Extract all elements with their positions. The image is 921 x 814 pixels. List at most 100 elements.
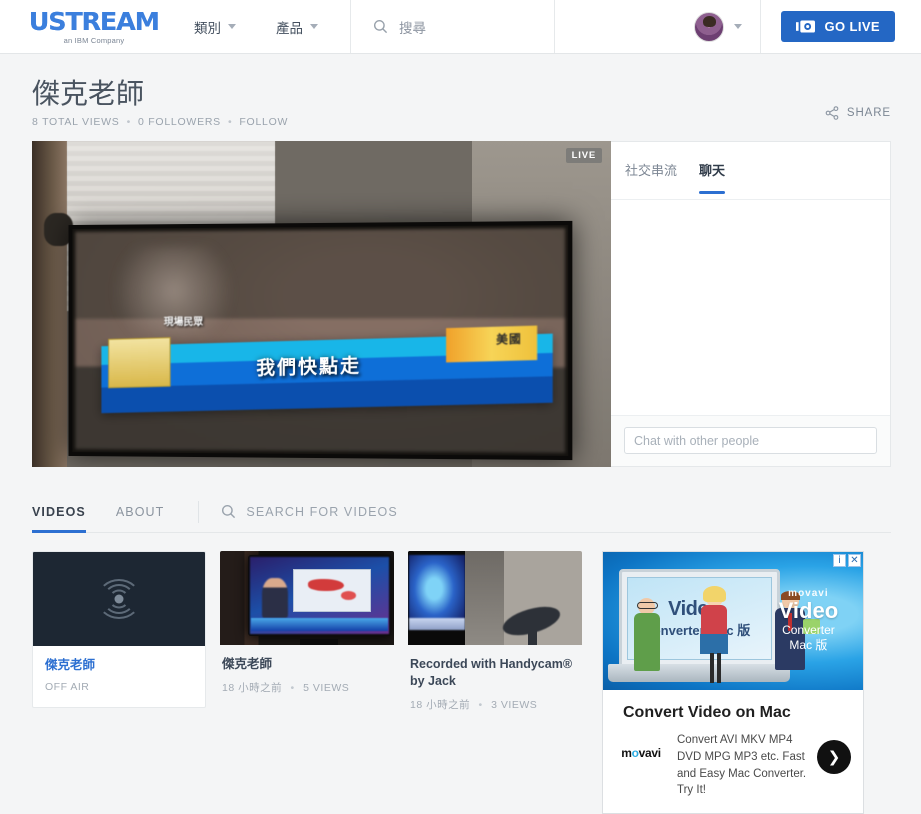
follow-button[interactable]: FOLLOW <box>239 116 288 128</box>
tab-chat[interactable]: 聊天 <box>699 160 726 195</box>
chat-footer <box>611 415 890 467</box>
tv-corner-tag-bg <box>445 324 538 362</box>
tab-divider <box>198 500 200 523</box>
site-header: USTREAM an IBM Company 類別 產品 搜尋 GO LIVE <box>0 0 921 54</box>
thumb-tv-stand <box>300 638 339 646</box>
thumb-tv-frame <box>247 554 391 636</box>
page-title: 傑克老師 <box>32 78 145 109</box>
thumb-wall <box>465 551 504 646</box>
share-label: SHARE <box>846 107 891 120</box>
chat-messages <box>611 200 890 416</box>
meta-separator: • <box>478 698 483 711</box>
chevron-down-icon <box>310 24 318 29</box>
chat-input[interactable] <box>624 427 877 455</box>
logo-wordmark: USTREAM <box>28 6 160 36</box>
followers-count: 0 FOLLOWERS <box>138 116 221 129</box>
card-time: 18 小時之前 <box>410 698 471 711</box>
card-time: 18 小時之前 <box>222 682 283 695</box>
thumb-speaker-stand <box>528 630 537 646</box>
search-placeholder: 搜尋 <box>399 20 426 36</box>
card-views: 5 VIEWS <box>303 682 350 695</box>
tv-corner-tag: 美國 <box>496 333 522 347</box>
tv-yellow-tag <box>108 336 172 388</box>
ad-headline[interactable]: Convert Video on Mac <box>623 704 851 722</box>
thumb-presenter <box>262 577 288 618</box>
tab-about[interactable]: ABOUT <box>116 491 165 532</box>
ad-person-1 <box>624 597 670 682</box>
video-frame: 現場民眾 美國 我們快點走 <box>32 141 611 468</box>
tv-ticker-text: 我們快點走 <box>256 354 362 379</box>
card-body: 傑克老師 OFF AIR <box>33 646 205 707</box>
ad-brand-block: movavi Video Converter Mac 版 <box>764 588 852 653</box>
nav-products-label: 產品 <box>276 20 303 36</box>
tab-videos[interactable]: VIDEOS <box>32 491 86 534</box>
ad-footer: Convert Video on Mac movavi Convert AVI … <box>603 690 863 813</box>
camera-icon <box>796 20 816 33</box>
ad-person-body <box>701 605 728 636</box>
avatar[interactable] <box>694 11 725 42</box>
video-card-3[interactable]: Recorded with Handycam® by Jack 18 小時之前 … <box>408 551 582 726</box>
go-live-button[interactable]: GO LIVE <box>781 11 895 42</box>
scene-television: 現場民眾 美國 我們快點走 <box>68 220 572 460</box>
card-title[interactable]: 傑克老師 <box>45 657 193 674</box>
nav-categories-label: 類別 <box>194 20 221 36</box>
meta-separator: • <box>290 682 295 695</box>
card-body: 傑克老師 18 小時之前 • 5 VIEWS <box>220 645 394 709</box>
chat-tabs: 社交串流 聊天 <box>611 142 890 201</box>
chevron-down-icon <box>734 24 743 29</box>
nav-products[interactable]: 產品 <box>256 0 338 53</box>
ad-product-line-1: Video <box>778 598 839 624</box>
chevron-down-icon <box>228 24 236 29</box>
ad-person-body <box>633 612 660 671</box>
ad-brand-name: movavi <box>788 588 829 600</box>
thumb-tv-screen <box>409 554 465 631</box>
close-icon[interactable]: ✕ <box>848 554 861 568</box>
tab-social-stream[interactable]: 社交串流 <box>625 160 677 193</box>
thumbnail-tv-speaker[interactable] <box>408 551 582 646</box>
ad-person-leg <box>709 653 714 684</box>
card-body: Recorded with Handycam® by Jack 18 小時之前 … <box>408 645 582 726</box>
ad-description: Convert AVI MKV MP4 DVD MPG MP3 etc. Fas… <box>677 734 807 797</box>
video-search-input[interactable]: SEARCH FOR VIDEOS <box>221 504 397 519</box>
ad-logo-part-1: m <box>621 746 632 761</box>
logo-tagline: an IBM Company <box>63 35 125 45</box>
ustream-logo[interactable]: USTREAM an IBM Company <box>0 9 160 45</box>
channel-header: 傑克老師 8 TOTAL VIEWS • 0 FOLLOWERS • FOLLO… <box>0 54 921 141</box>
card-status: OFF AIR <box>45 681 90 694</box>
ad-product-line-3: Mac 版 <box>789 638 828 653</box>
nav-categories[interactable]: 類別 <box>174 0 256 53</box>
chat-panel: 社交串流 聊天 <box>611 141 891 468</box>
card-meta: 18 小時之前 • 3 VIEWS <box>410 697 580 712</box>
share-button[interactable]: SHARE <box>825 106 891 120</box>
thumbnail-offair[interactable] <box>33 552 205 647</box>
search-input[interactable]: 搜尋 <box>350 0 555 53</box>
ad-controls: i ✕ <box>833 554 861 568</box>
thumb-weather-map <box>293 569 371 612</box>
ad-person-leg <box>717 653 722 684</box>
advertisement[interactable]: i ✕ Video Converter Mac 版 movavi Video C… <box>602 551 864 814</box>
search-icon <box>373 19 388 34</box>
tv-lower-tag: 現場民眾 <box>163 317 203 328</box>
ad-body-row: movavi Convert AVI MKV MP4 DVD MPG MP3 e… <box>615 732 851 799</box>
video-player[interactable]: LIVE 現場民眾 美國 我們快點走 <box>32 141 611 468</box>
card-title[interactable]: Recorded with Handycam® by Jack <box>410 656 580 690</box>
video-search-placeholder: SEARCH FOR VIDEOS <box>246 504 398 519</box>
main-nav: 類別 產品 <box>174 0 338 53</box>
stage: LIVE 現場民眾 美國 我們快點走 社交串流 聊天 <box>0 141 921 468</box>
account-menu[interactable] <box>682 0 762 53</box>
video-card-2[interactable]: 傑克老師 18 小時之前 • 5 VIEWS <box>220 551 394 709</box>
video-card-offair[interactable]: 傑克老師 OFF AIR <box>32 551 206 709</box>
share-icon <box>825 106 839 120</box>
ad-person-skirt <box>700 634 729 655</box>
go-live-label: GO LIVE <box>824 19 880 34</box>
ad-product-line-2: Converter <box>782 623 835 638</box>
card-views: 3 VIEWS <box>491 698 538 711</box>
ad-advertiser-logo: movavi <box>615 746 667 760</box>
card-title[interactable]: 傑克老師 <box>222 656 392 673</box>
info-icon[interactable]: i <box>833 554 846 568</box>
chevron-right-icon[interactable]: ❯ <box>817 740 851 775</box>
card-meta: 18 小時之前 • 5 VIEWS <box>222 680 392 695</box>
thumbnail-tv-weather[interactable] <box>220 551 394 646</box>
live-badge: LIVE <box>565 148 602 164</box>
ad-hero-image[interactable]: Video Converter Mac 版 movavi Video Conve… <box>603 552 863 691</box>
